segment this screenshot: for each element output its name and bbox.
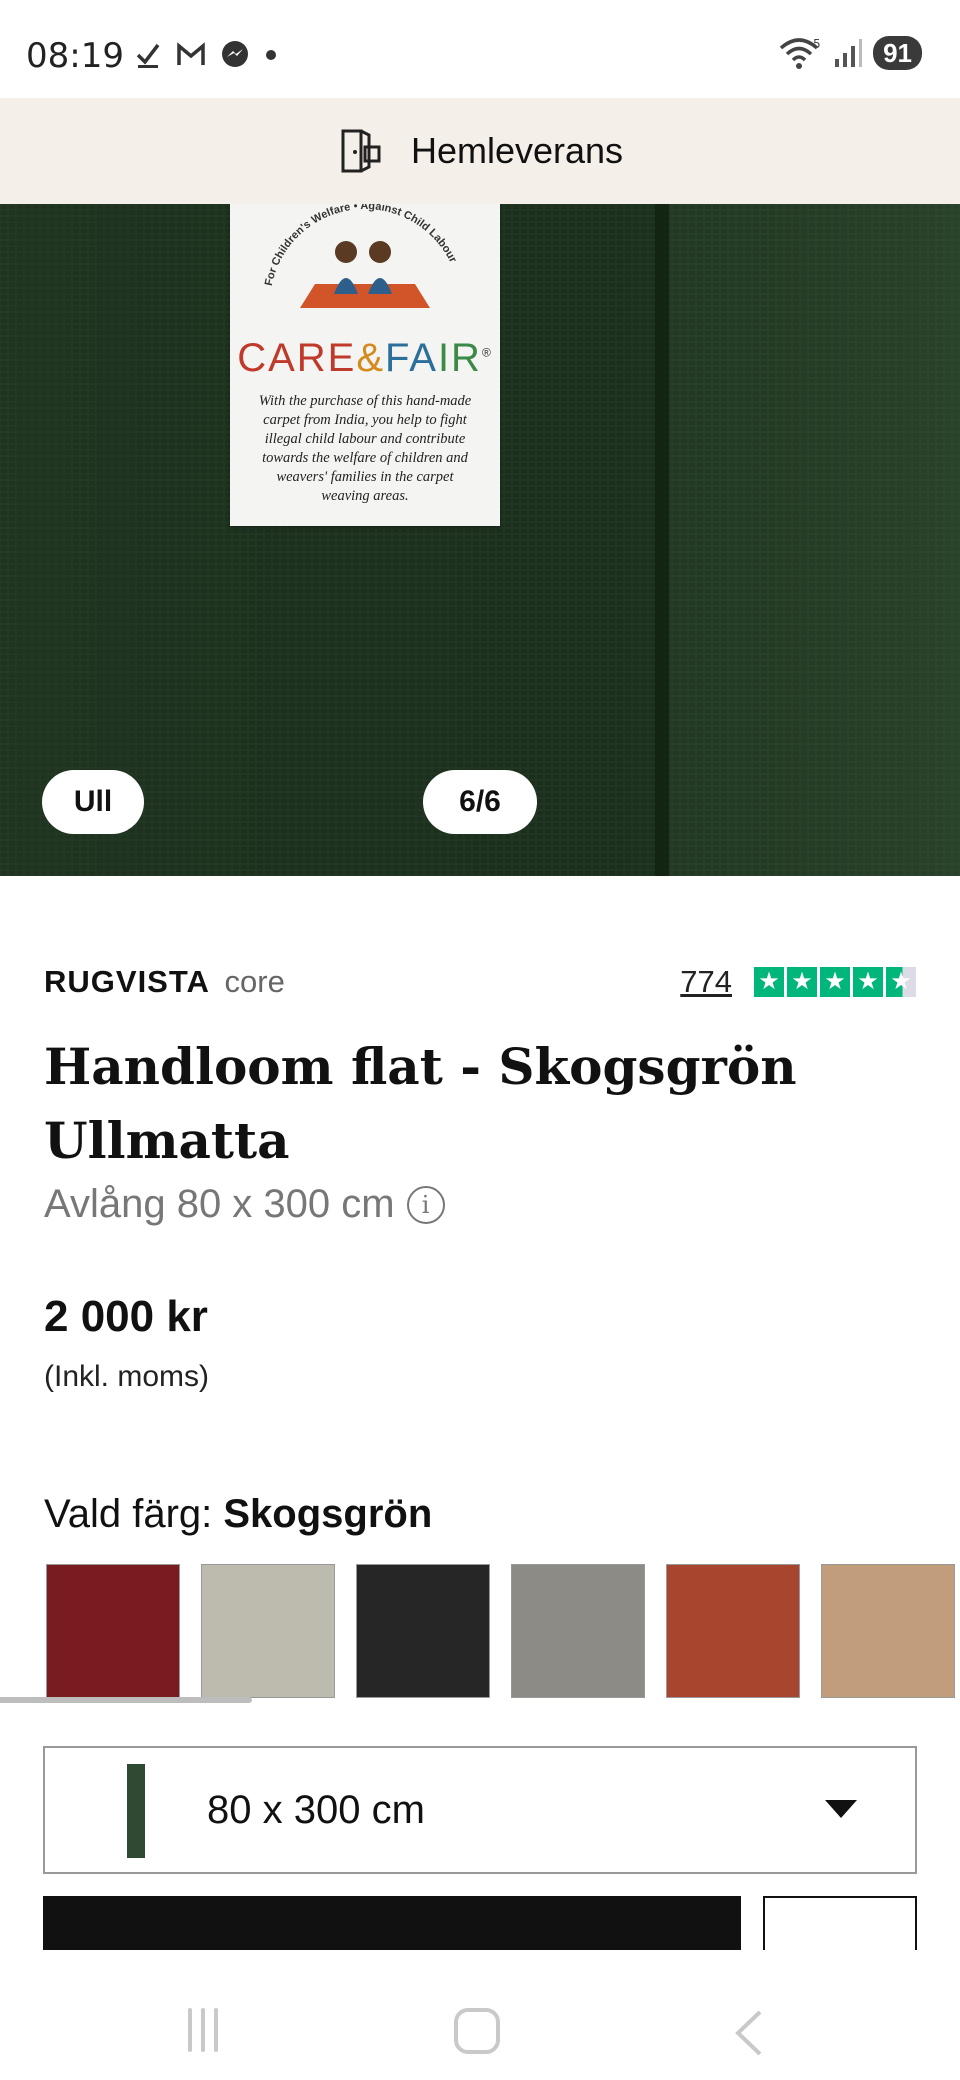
status-bar: 08:19 5 91 bbox=[0, 0, 960, 98]
size-thumbnail bbox=[127, 1764, 145, 1858]
door-delivery-icon bbox=[341, 129, 381, 173]
size-dropdown[interactable]: 80 x 300 cm bbox=[43, 1746, 917, 1874]
review-count-link[interactable]: 774 bbox=[680, 964, 732, 1000]
color-swatch-list bbox=[46, 1564, 955, 1698]
color-swatch-black[interactable] bbox=[356, 1564, 490, 1698]
color-swatch-grey[interactable] bbox=[511, 1564, 645, 1698]
shape-size-text: Avlång 80 x 300 cm bbox=[44, 1182, 395, 1226]
svg-text:For Children's Welfare • Again: For Children's Welfare • Against Child L… bbox=[263, 204, 459, 287]
check-icon bbox=[136, 43, 160, 68]
color-swatch-red[interactable] bbox=[46, 1564, 180, 1698]
material-badge: Ull bbox=[42, 770, 144, 834]
color-swatch-sand[interactable] bbox=[821, 1564, 955, 1698]
signal-icon bbox=[835, 39, 863, 67]
color-swatch-beige[interactable] bbox=[201, 1564, 335, 1698]
color-swatch-rust[interactable] bbox=[666, 1564, 800, 1698]
system-nav-bar bbox=[0, 1950, 960, 2080]
star-icon: ★ bbox=[820, 967, 850, 997]
care-brand: CARE&FAIR® bbox=[237, 336, 493, 380]
color-label: Vald färg: bbox=[44, 1492, 213, 1536]
notification-icons bbox=[134, 40, 278, 70]
back-icon[interactable] bbox=[730, 2008, 766, 2058]
info-icon[interactable]: i bbox=[406, 1185, 445, 1224]
color-value: Skogsgrön bbox=[223, 1492, 433, 1536]
delivery-label: Hemleverans bbox=[410, 130, 624, 171]
product-image-gallery[interactable]: For Children's Welfare • Against Child L… bbox=[0, 204, 960, 876]
image-counter: 6/6 bbox=[423, 770, 537, 834]
care-arc-logo: For Children's Welfare • Against Child L… bbox=[263, 204, 459, 308]
reviews-summary[interactable]: 774 ★ ★ ★ ★ ★ bbox=[680, 964, 916, 1000]
gmail-icon bbox=[177, 42, 205, 65]
add-to-cart-button[interactable] bbox=[43, 1896, 741, 1950]
delivery-banner[interactable]: Hemleverans bbox=[0, 98, 960, 204]
wishlist-button[interactable] bbox=[763, 1896, 917, 1950]
dot-icon bbox=[266, 50, 276, 60]
product-price: 2 000 kr bbox=[44, 1292, 208, 1341]
shape-size-info: Avlång 80 x 300 cm i bbox=[44, 1182, 445, 1227]
half-star-icon: ★ bbox=[886, 967, 916, 997]
recents-icon[interactable] bbox=[188, 2008, 218, 2052]
chevron-down-icon bbox=[825, 1800, 857, 1818]
trustpilot-rating: ★ ★ ★ ★ ★ bbox=[754, 967, 916, 997]
swatch-scroll-indicator[interactable] bbox=[0, 1697, 252, 1703]
messenger-icon bbox=[222, 41, 248, 67]
selected-color: Vald färg: Skogsgrön bbox=[44, 1492, 432, 1537]
care-and-fair-label: For Children's Welfare • Against Child L… bbox=[230, 204, 500, 526]
vat-note: (Inkl. moms) bbox=[44, 1360, 209, 1393]
star-icon: ★ bbox=[853, 967, 883, 997]
system-icons: 5 91 bbox=[779, 36, 922, 70]
status-time: 08:19 bbox=[26, 36, 124, 76]
svg-text:5: 5 bbox=[813, 37, 821, 51]
star-icon: ★ bbox=[754, 967, 784, 997]
product-title: Handloom flat - Skogsgrön Ullmatta bbox=[44, 1037, 797, 1170]
star-icon: ★ bbox=[787, 967, 817, 997]
brand-line: core bbox=[224, 964, 285, 999]
size-value: 80 x 300 cm bbox=[207, 1787, 425, 1832]
care-label-text: With the purchase of this hand-made carp… bbox=[258, 393, 472, 504]
brand-row: RUGVISTA core bbox=[44, 964, 285, 1000]
wifi-icon: 5 bbox=[779, 37, 821, 69]
brand-name: RUGVISTA bbox=[44, 964, 210, 999]
battery-indicator: 91 bbox=[873, 36, 922, 70]
home-icon[interactable] bbox=[454, 2008, 500, 2054]
